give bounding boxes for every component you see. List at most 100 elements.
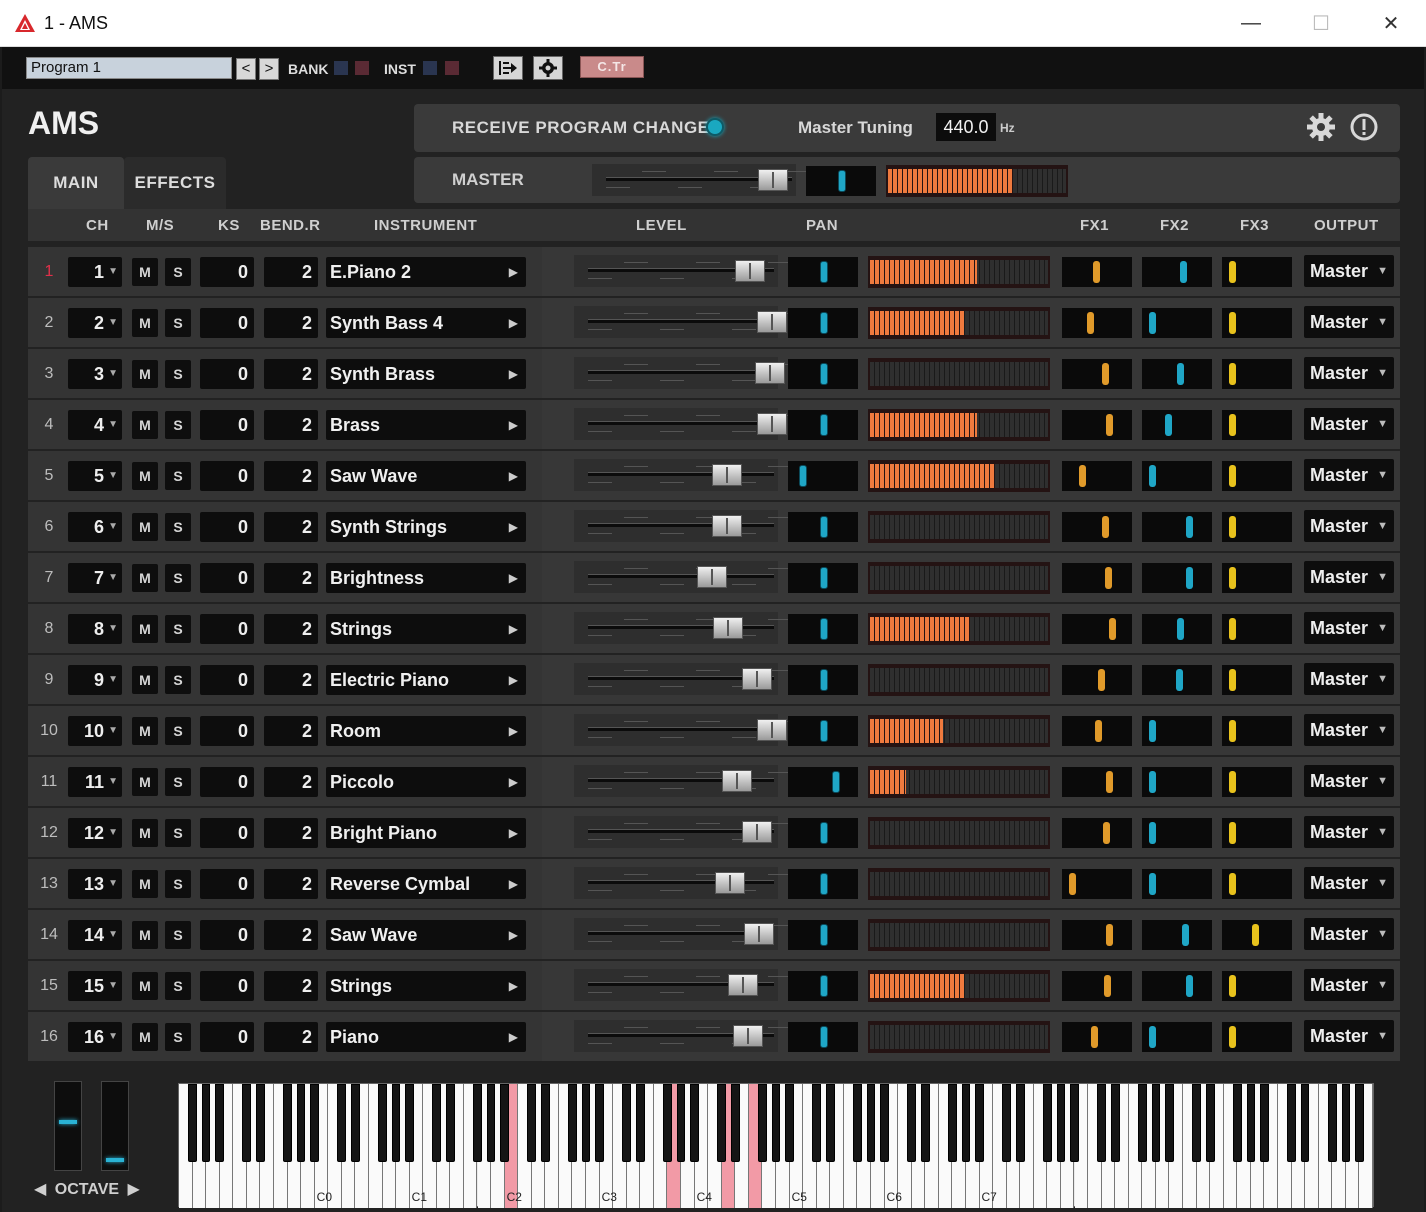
fx3-send-knob[interactable] <box>1222 869 1292 899</box>
fx1-send-knob[interactable] <box>1062 1022 1132 1052</box>
piano-black-key[interactable] <box>391 1084 401 1162</box>
mute-button[interactable]: M <box>132 819 158 847</box>
fx1-send-knob[interactable] <box>1062 665 1132 695</box>
channel-pan-knob[interactable] <box>788 869 858 899</box>
channel-fader-track[interactable] <box>588 574 774 578</box>
output-select[interactable]: Master ▼ <box>1304 663 1394 695</box>
piano-black-key[interactable] <box>730 1084 740 1162</box>
bend-range-field[interactable]: 2 <box>264 1022 318 1052</box>
mute-button[interactable]: M <box>132 870 158 898</box>
channel-level-fader[interactable] <box>733 1025 764 1047</box>
bend-range-field[interactable]: 2 <box>264 665 318 695</box>
fx3-send-knob[interactable] <box>1222 920 1292 950</box>
piano-black-key[interactable] <box>1070 1084 1079 1162</box>
fx1-send-knob[interactable] <box>1062 869 1132 899</box>
channel-pan-knob[interactable] <box>788 920 858 950</box>
channel-level-fader[interactable] <box>711 515 742 537</box>
piano-black-key[interactable] <box>540 1084 550 1162</box>
key-shift-field[interactable]: 0 <box>200 767 254 797</box>
midi-channel-select[interactable]: 4 ▼ <box>68 410 122 440</box>
piano-black-key[interactable] <box>1260 1084 1269 1162</box>
export-button[interactable] <box>493 56 523 80</box>
fx2-send-knob[interactable] <box>1142 359 1212 389</box>
alert-info-icon[interactable] <box>1349 112 1379 142</box>
midi-channel-select[interactable]: 6 ▼ <box>68 512 122 542</box>
output-select[interactable]: Master ▼ <box>1304 1020 1394 1052</box>
bend-range-field[interactable]: 2 <box>264 818 318 848</box>
fx3-send-knob[interactable] <box>1222 308 1292 338</box>
bend-range-field[interactable]: 2 <box>264 920 318 950</box>
piano-black-key[interactable] <box>1002 1084 1011 1162</box>
solo-button[interactable]: S <box>165 411 191 439</box>
piano-black-key[interactable] <box>283 1084 292 1162</box>
piano-black-key[interactable] <box>296 1084 306 1162</box>
piano-black-key[interactable] <box>201 1084 211 1162</box>
fx1-send-knob[interactable] <box>1062 257 1132 287</box>
fx1-send-knob[interactable] <box>1062 614 1132 644</box>
bend-range-field[interactable]: 2 <box>264 563 318 593</box>
mute-button[interactable]: M <box>132 717 158 745</box>
key-shift-field[interactable]: 0 <box>200 308 254 338</box>
fx1-send-knob[interactable] <box>1062 308 1132 338</box>
fx3-send-knob[interactable] <box>1222 665 1292 695</box>
bend-range-field[interactable]: 2 <box>264 410 318 440</box>
solo-button[interactable]: S <box>165 564 191 592</box>
bend-range-field[interactable]: 2 <box>264 614 318 644</box>
piano-black-key[interactable] <box>961 1084 971 1162</box>
channel-level-fader[interactable] <box>715 872 746 894</box>
piano-black-key[interactable] <box>527 1084 537 1162</box>
instrument-selector[interactable]: Room ▶ <box>326 716 526 746</box>
fx2-send-knob[interactable] <box>1142 563 1212 593</box>
maximize-button[interactable]: ☐ <box>1286 0 1356 47</box>
instrument-selector[interactable]: Brass ▶ <box>326 410 526 440</box>
instrument-selector[interactable]: Strings ▶ <box>326 614 526 644</box>
key-shift-field[interactable]: 0 <box>200 614 254 644</box>
output-select[interactable]: Master ▼ <box>1304 408 1394 440</box>
receive-program-change-toggle[interactable] <box>706 118 724 136</box>
mute-button[interactable]: M <box>132 666 158 694</box>
piano-black-key[interactable] <box>785 1084 794 1162</box>
piano-black-key[interactable] <box>432 1084 442 1162</box>
fx2-send-knob[interactable] <box>1142 308 1212 338</box>
fx3-send-knob[interactable] <box>1222 359 1292 389</box>
fx1-send-knob[interactable] <box>1062 716 1132 746</box>
mute-button[interactable]: M <box>132 615 158 643</box>
bend-range-field[interactable]: 2 <box>264 869 318 899</box>
output-select[interactable]: Master ▼ <box>1304 867 1394 899</box>
fx2-send-knob[interactable] <box>1142 512 1212 542</box>
minimize-button[interactable]: — <box>1216 0 1286 47</box>
key-shift-field[interactable]: 0 <box>200 971 254 1001</box>
fx1-send-knob[interactable] <box>1062 512 1132 542</box>
mute-button[interactable]: M <box>132 360 158 388</box>
channel-level-fader[interactable] <box>727 974 758 996</box>
channel-level-fader[interactable] <box>742 821 773 843</box>
key-shift-field[interactable]: 0 <box>200 665 254 695</box>
midi-channel-select[interactable]: 9 ▼ <box>68 665 122 695</box>
channel-pan-knob[interactable] <box>788 359 858 389</box>
fx3-send-knob[interactable] <box>1222 1022 1292 1052</box>
piano-black-key[interactable] <box>1246 1084 1256 1162</box>
fx2-send-knob[interactable] <box>1142 869 1212 899</box>
piano-black-key[interactable] <box>880 1084 889 1162</box>
octave-down-icon[interactable]: ◀ <box>34 1181 46 1198</box>
channel-fader-track[interactable] <box>588 880 774 884</box>
piano-black-key[interactable] <box>948 1084 957 1162</box>
piano-keyboard[interactable]: C0 C1 C2 C3 C4 C5 C6 C7 <box>178 1083 1374 1208</box>
prev-program-button[interactable]: < <box>236 58 256 80</box>
midi-channel-select[interactable]: 3 ▼ <box>68 359 122 389</box>
master-tuning-field[interactable]: 440.0 <box>936 113 996 141</box>
output-select[interactable]: Master ▼ <box>1304 816 1394 848</box>
output-select[interactable]: Master ▼ <box>1304 714 1394 746</box>
piano-black-key[interactable] <box>663 1084 672 1162</box>
mute-button[interactable]: M <box>132 768 158 796</box>
midi-channel-select[interactable]: 2 ▼ <box>68 308 122 338</box>
instrument-selector[interactable]: Synth Brass ▶ <box>326 359 526 389</box>
fx3-send-knob[interactable] <box>1222 716 1292 746</box>
piano-black-key[interactable] <box>1056 1084 1066 1162</box>
fx3-send-knob[interactable] <box>1222 971 1292 1001</box>
piano-black-key[interactable] <box>622 1084 632 1162</box>
fx1-send-knob[interactable] <box>1062 563 1132 593</box>
fx3-send-knob[interactable] <box>1222 461 1292 491</box>
fx2-send-knob[interactable] <box>1142 614 1212 644</box>
instrument-selector[interactable]: Reverse Cymbal ▶ <box>326 869 526 899</box>
